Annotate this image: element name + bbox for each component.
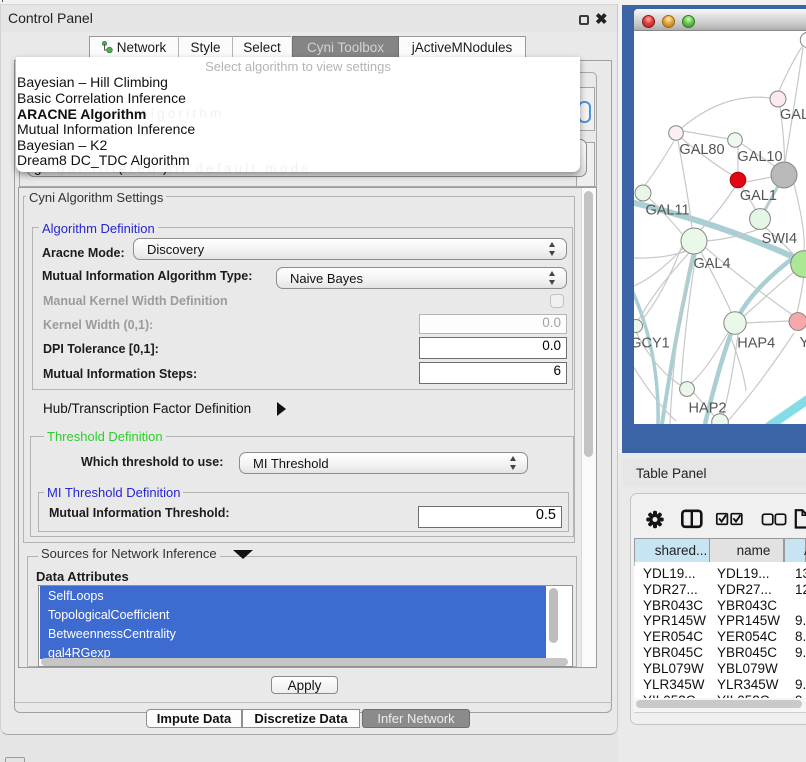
svg-text:GAL80: GAL80 [679, 142, 724, 158]
svg-text:HAP4: HAP4 [737, 336, 775, 352]
svg-text:GAL4: GAL4 [693, 256, 730, 272]
svg-text:Y: Y [800, 335, 806, 351]
svg-text:HAP2: HAP2 [689, 401, 727, 417]
svg-text:GAL1: GAL1 [740, 188, 777, 204]
svg-text:GAL: GAL [780, 107, 806, 123]
svg-text:GAL11: GAL11 [645, 203, 689, 219]
svg-text:GAL10: GAL10 [737, 149, 782, 165]
svg-text:SWI4: SWI4 [762, 231, 797, 247]
svg-text:GCY1: GCY1 [634, 336, 670, 352]
